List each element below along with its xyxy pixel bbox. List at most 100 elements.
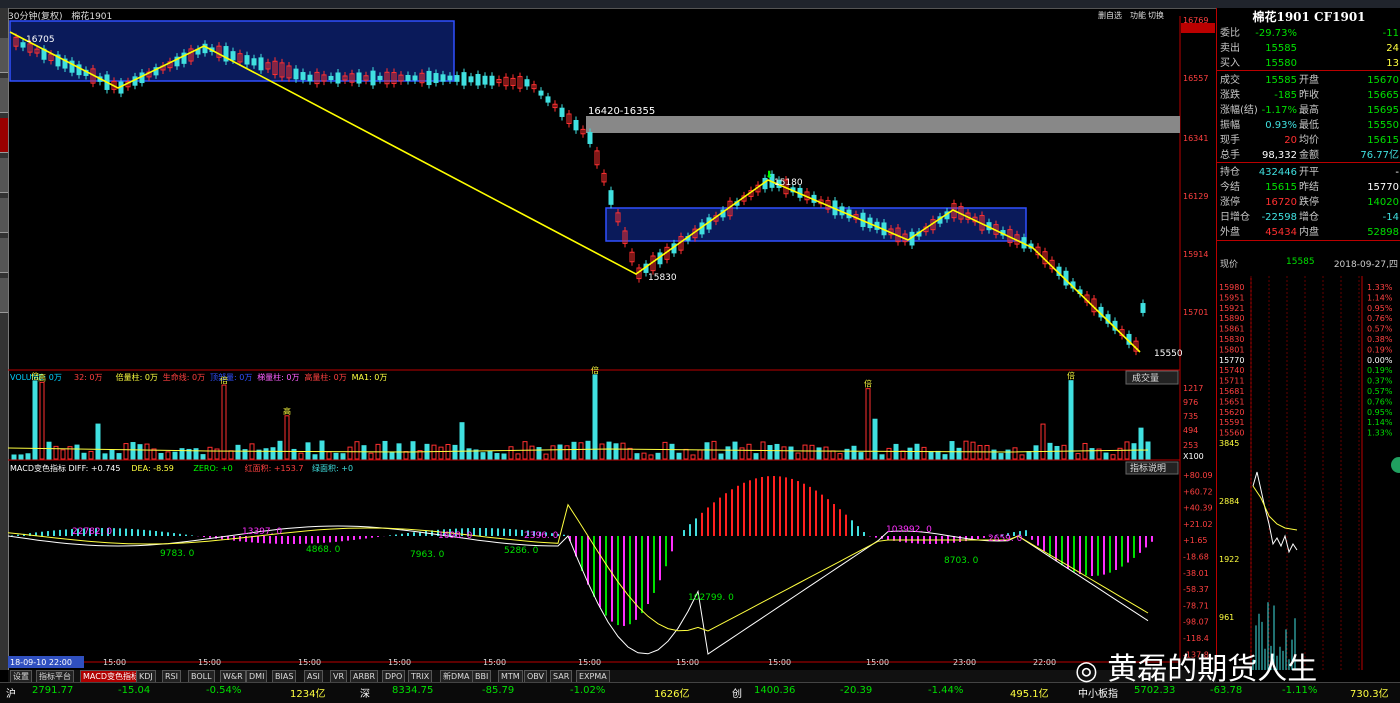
volume-tag: 高 <box>38 372 46 382</box>
intraday-mini-chart[interactable]: 1598015951 1592115890 158611583015801 15770… <box>1217 276 1400 670</box>
mini-right-tick: 0.19% <box>1367 366 1393 375</box>
volume-bar <box>697 449 703 460</box>
volume-bar <box>662 441 668 460</box>
quote-value-2: 15615 <box>1367 135 1399 146</box>
side-tab[interactable] <box>0 198 8 233</box>
side-tab[interactable] <box>0 158 8 193</box>
side-tab[interactable] <box>0 78 8 113</box>
kline-chart[interactable]: 16705 16420-16355 15830 15180 15550 ⬇ 16… <box>8 8 1216 670</box>
volume-bar <box>88 450 94 460</box>
candle <box>405 74 411 82</box>
quote-label: 日增仓 <box>1220 212 1250 223</box>
candle <box>377 75 383 81</box>
volume-tick: 735 <box>1183 412 1198 421</box>
mini-left-tick: 2884 <box>1219 497 1239 506</box>
function-button[interactable]: 功能 <box>1130 10 1146 20</box>
volume-bar <box>781 446 787 460</box>
volume-bar <box>627 447 633 460</box>
quote-value-2: 24 <box>1386 43 1399 54</box>
volume-axis: 1217 976 735 494 253 X100 <box>1183 384 1204 461</box>
mini-left-tick: 15560 <box>1219 429 1244 438</box>
volume-bar <box>487 450 493 460</box>
quote-value: -185 <box>1274 90 1297 101</box>
macd-legend: MACD变色指标 DIFF: +0.745 DEA: -8.59 ZERO: +0 红… <box>10 463 353 473</box>
status-item: 1400.36 <box>754 685 796 696</box>
quote-value: 15580 <box>1265 58 1297 69</box>
quote-value-2: -11 <box>1382 28 1399 39</box>
volume-bar <box>25 453 31 460</box>
scroll-badge-icon[interactable] <box>1391 457 1400 473</box>
side-tab[interactable] <box>0 238 8 273</box>
label-high-left: 16705 <box>26 35 55 45</box>
status-item: 创 <box>732 689 742 700</box>
volume-bar <box>312 454 318 460</box>
volume-bar <box>886 447 892 460</box>
indicator-help-label: 指标说明 <box>1130 462 1166 474</box>
volume-tag: 倍 <box>220 375 228 385</box>
auto-select-button[interactable]: 删自选 <box>1098 10 1122 20</box>
volume-bar <box>172 451 178 460</box>
quote-label-2: 均价 <box>1299 135 1319 146</box>
mini-right-tick: 0.95% <box>1367 408 1393 417</box>
volume-bar <box>144 443 150 460</box>
mini-left-tick: 15711 <box>1219 377 1244 386</box>
macd-label: 8703. 0 <box>944 556 979 566</box>
mini-left-tick: 15861 <box>1219 325 1244 334</box>
volume-tick: 253 <box>1183 441 1198 450</box>
side-tab-active[interactable] <box>0 118 8 153</box>
volume-legend-item: MA1: 0万 <box>352 373 388 382</box>
buy-arrow-icon: ⬇ <box>765 170 773 181</box>
candle <box>426 70 432 86</box>
volume-bar <box>298 452 304 460</box>
quote-divider <box>1217 162 1400 163</box>
candle <box>461 72 467 86</box>
volume-bar <box>1012 447 1018 460</box>
volume-bar <box>46 441 52 460</box>
quote-value: -22598 <box>1261 212 1297 223</box>
quote-label: 现手 <box>1220 135 1240 146</box>
status-item: 2791.77 <box>32 685 74 696</box>
time-tick: 15:00 <box>388 658 411 667</box>
volume-bar <box>340 453 346 460</box>
status-item: -20.39 <box>840 685 873 696</box>
volume-bar <box>1103 452 1109 460</box>
candle <box>244 55 250 65</box>
quote-row: 现手 20 均价 15615 <box>1217 133 1400 148</box>
volume-bar <box>1138 427 1144 460</box>
volume-bar <box>270 447 276 460</box>
candle <box>545 96 551 103</box>
candle <box>251 58 257 66</box>
quote-title: 棉花1901 CF1901 <box>1252 10 1366 24</box>
quote-value: -29.73% <box>1255 28 1297 39</box>
quote-row: 振幅 0.93% 最低 15550 <box>1217 118 1400 133</box>
candle <box>608 190 614 205</box>
volume-bar <box>291 448 297 460</box>
macd-tick: +60.72 <box>1183 487 1213 496</box>
price-tick: 15914 <box>1183 250 1208 259</box>
switch-button[interactable]: 切换 <box>1148 10 1164 20</box>
watermark: ◎ 黄磊的期货人生 <box>1075 644 1317 688</box>
side-tab[interactable] <box>0 38 8 73</box>
volume-bar <box>494 453 500 460</box>
volume-bar <box>130 442 136 460</box>
volume-tick: 1217 <box>1183 384 1203 393</box>
macd-label: 22782. 0 <box>72 527 112 537</box>
volume-bar <box>228 450 234 460</box>
mini-left-tick: 15921 <box>1219 304 1244 313</box>
macd-tick: +40.39 <box>1183 504 1213 513</box>
volume-bar <box>95 423 101 460</box>
mini-right-tick: 0.19% <box>1367 345 1393 354</box>
quote-row: 持仓 432446 开平 - <box>1217 165 1400 180</box>
volume-bar <box>788 446 794 460</box>
time-tick: 15:00 <box>578 658 601 667</box>
candle <box>328 75 334 81</box>
volume-bar <box>1026 451 1032 460</box>
side-tab[interactable] <box>0 278 8 313</box>
mini-left-tick: 961 <box>1219 613 1234 622</box>
volume-tick: 976 <box>1183 398 1198 407</box>
mini-right-tick: 1.33% <box>1367 429 1393 438</box>
volume-bar <box>263 448 269 460</box>
quote-row: 今结 15615 昨结 15770 <box>1217 180 1400 195</box>
volume-bar <box>39 381 45 460</box>
volume-bar <box>900 450 906 460</box>
